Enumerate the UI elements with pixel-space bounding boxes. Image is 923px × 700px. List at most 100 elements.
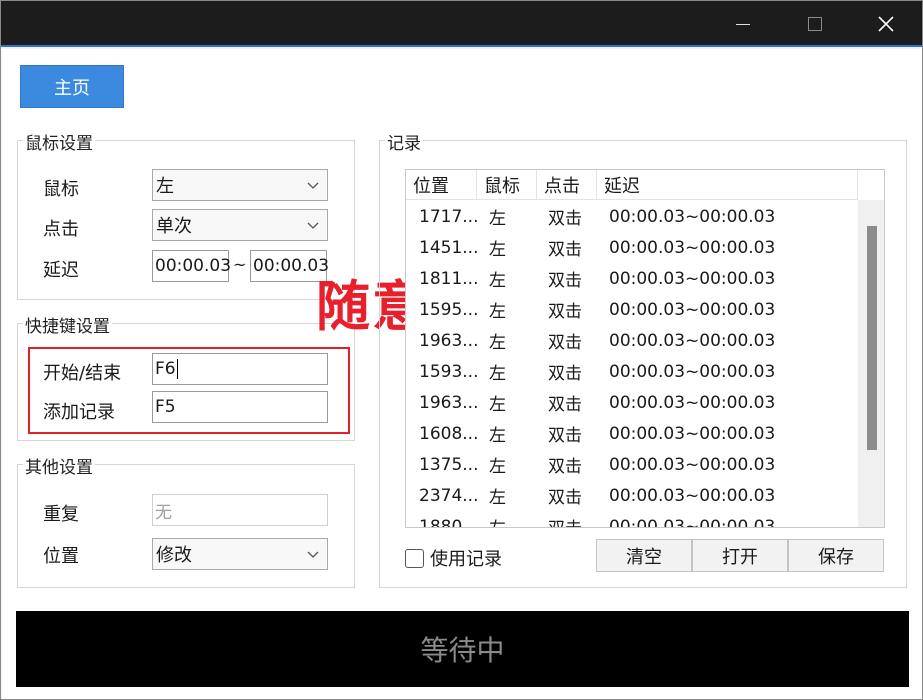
table-row[interactable]: 1963... 左 双击 00:00.03~00:00.03 (406, 325, 858, 356)
cell-delay: 00:00.03~00:00.03 (609, 392, 776, 413)
cell-delay: 00:00.03~00:00.03 (609, 237, 776, 258)
cell-click: 双击 (548, 240, 582, 260)
records-rows: 1717... 左 双击 00:00.03~00:00.03 1451... 左… (406, 201, 858, 528)
position-label: 位置 (43, 546, 79, 567)
table-row[interactable]: 1595... 左 双击 00:00.03~00:00.03 (406, 294, 858, 325)
cell-position: 1880... (419, 516, 477, 528)
column-header-delay[interactable]: 延迟 (597, 170, 858, 200)
delay-from-input[interactable]: 00:00.03 (152, 250, 231, 282)
other-settings-title: 其他设置 (23, 453, 95, 478)
cell-click: 双击 (548, 511, 598, 527)
column-header-mouse[interactable]: 鼠标 (477, 170, 537, 200)
cell-click: 双击 (548, 426, 582, 446)
column-header-click[interactable]: 点击 (537, 170, 597, 200)
mouse-settings-title: 鼠标设置 (23, 129, 95, 154)
cell-click: 双击 (548, 271, 582, 291)
chevron-down-icon (307, 551, 319, 558)
cell-mouse: 左 (489, 240, 506, 260)
cell-click: 双击 (548, 209, 582, 229)
app-window: 主页 鼠标设置 鼠标 左 点击 单次 延迟 00:00.03 ~ 00:00.0… (0, 0, 923, 700)
repeat-input[interactable]: 无 (152, 494, 328, 526)
close-icon (878, 16, 894, 32)
clear-button[interactable]: 清空 (596, 539, 692, 572)
cell-delay: 00:00.03~00:00.03 (609, 516, 776, 528)
cell-mouse: 左 (489, 395, 506, 415)
records-list-header: 位置 鼠标 点击 延迟 (406, 170, 858, 200)
cell-position: 1717... (419, 206, 477, 227)
records-title: 记录 (385, 129, 423, 154)
scrollbar-thumb[interactable] (867, 226, 877, 450)
records-scrollbar[interactable] (858, 200, 884, 527)
cell-click: 双击 (548, 395, 582, 415)
hotkey-highlight-box (28, 347, 350, 434)
table-row[interactable]: 1811... 左 双击 00:00.03~00:00.03 (406, 263, 858, 294)
cell-position: 1593... (419, 361, 477, 382)
click-combo-value: 单次 (156, 216, 192, 237)
cell-position: 2374... (419, 485, 477, 506)
table-row[interactable]: 1593... 左 双击 00:00.03~00:00.03 (406, 356, 858, 387)
cell-click: 双击 (548, 302, 582, 322)
use-record-label: 使用记录 (430, 549, 502, 570)
table-row[interactable]: 1608... 左 双击 00:00.03~00:00.03 (406, 418, 858, 449)
cell-position: 1451... (419, 237, 477, 258)
table-row[interactable]: 1963... 左 双击 00:00.03~00:00.03 (406, 387, 858, 418)
minimize-button[interactable] (709, 1, 777, 47)
cell-mouse: 左 (489, 271, 506, 291)
chevron-down-icon (307, 222, 319, 229)
cell-position: 1963... (419, 392, 477, 413)
cell-position: 1375... (419, 454, 477, 475)
repeat-label: 重复 (43, 504, 79, 525)
cell-position: 1811... (419, 268, 477, 289)
cell-delay: 00:00.03~00:00.03 (609, 299, 776, 320)
cell-delay: 00:00.03~00:00.03 (609, 454, 776, 475)
cell-mouse: 左 (489, 364, 506, 384)
mouse-combo[interactable]: 左 (152, 169, 328, 201)
position-combo-value: 修改 (156, 545, 192, 566)
cell-delay: 00:00.03~00:00.03 (609, 206, 776, 227)
click-label: 点击 (43, 219, 79, 240)
cell-mouse: 左 (489, 457, 506, 477)
cell-delay: 00:00.03~00:00.03 (609, 330, 776, 351)
mouse-combo-value: 左 (156, 176, 174, 197)
hotkey-settings-title: 快捷键设置 (23, 312, 112, 337)
minimize-icon (736, 23, 750, 25)
cell-mouse: 左 (489, 333, 506, 353)
chevron-down-icon (307, 182, 319, 189)
position-combo[interactable]: 修改 (152, 538, 328, 570)
cell-click: 双击 (548, 333, 582, 353)
table-row[interactable]: 1375... 左 双击 00:00.03~00:00.03 (406, 449, 858, 480)
cell-mouse: 左 (489, 302, 506, 322)
main-content: 主页 鼠标设置 鼠标 左 点击 单次 延迟 00:00.03 ~ 00:00.0… (2, 49, 922, 699)
column-header-position[interactable]: 位置 (406, 170, 477, 200)
table-row[interactable]: 1880... 左 双击 00:00.03~00:00.03 (406, 511, 858, 528)
close-button[interactable] (852, 1, 920, 47)
cell-mouse: 左 (489, 209, 506, 229)
delay-label: 延迟 (43, 260, 79, 281)
cell-mouse: 左 (489, 488, 506, 508)
table-row[interactable]: 2374... 左 双击 00:00.03~00:00.03 (406, 480, 858, 511)
save-button[interactable]: 保存 (788, 539, 884, 572)
cell-delay: 00:00.03~00:00.03 (609, 423, 776, 444)
use-record-checkbox[interactable] (405, 548, 424, 568)
cell-mouse: 左 (489, 426, 506, 446)
use-record-option[interactable]: 使用记录 (405, 545, 502, 571)
cell-delay: 00:00.03~00:00.03 (609, 361, 776, 382)
table-row[interactable]: 1717... 左 双击 00:00.03~00:00.03 (406, 201, 858, 232)
cell-position: 1963... (419, 330, 477, 351)
delay-separator: ~ (233, 255, 247, 274)
cell-delay: 00:00.03~00:00.03 (609, 268, 776, 289)
maximize-button[interactable] (781, 1, 849, 47)
titlebar (1, 1, 922, 47)
mouse-label: 鼠标 (43, 179, 79, 200)
maximize-icon (808, 17, 822, 31)
records-list[interactable]: 位置 鼠标 点击 延迟 1717... 左 双击 00:00.03~00:00.… (405, 169, 885, 528)
cell-position: 1608... (419, 423, 477, 444)
click-combo[interactable]: 单次 (152, 209, 328, 241)
home-button[interactable]: 主页 (20, 65, 124, 108)
table-row[interactable]: 1451... 左 双击 00:00.03~00:00.03 (406, 232, 858, 263)
cell-click: 双击 (548, 457, 582, 477)
cell-click: 双击 (548, 364, 582, 384)
open-button[interactable]: 打开 (692, 539, 788, 572)
cell-mouse: 左 (489, 511, 529, 527)
cell-click: 双击 (548, 488, 582, 508)
